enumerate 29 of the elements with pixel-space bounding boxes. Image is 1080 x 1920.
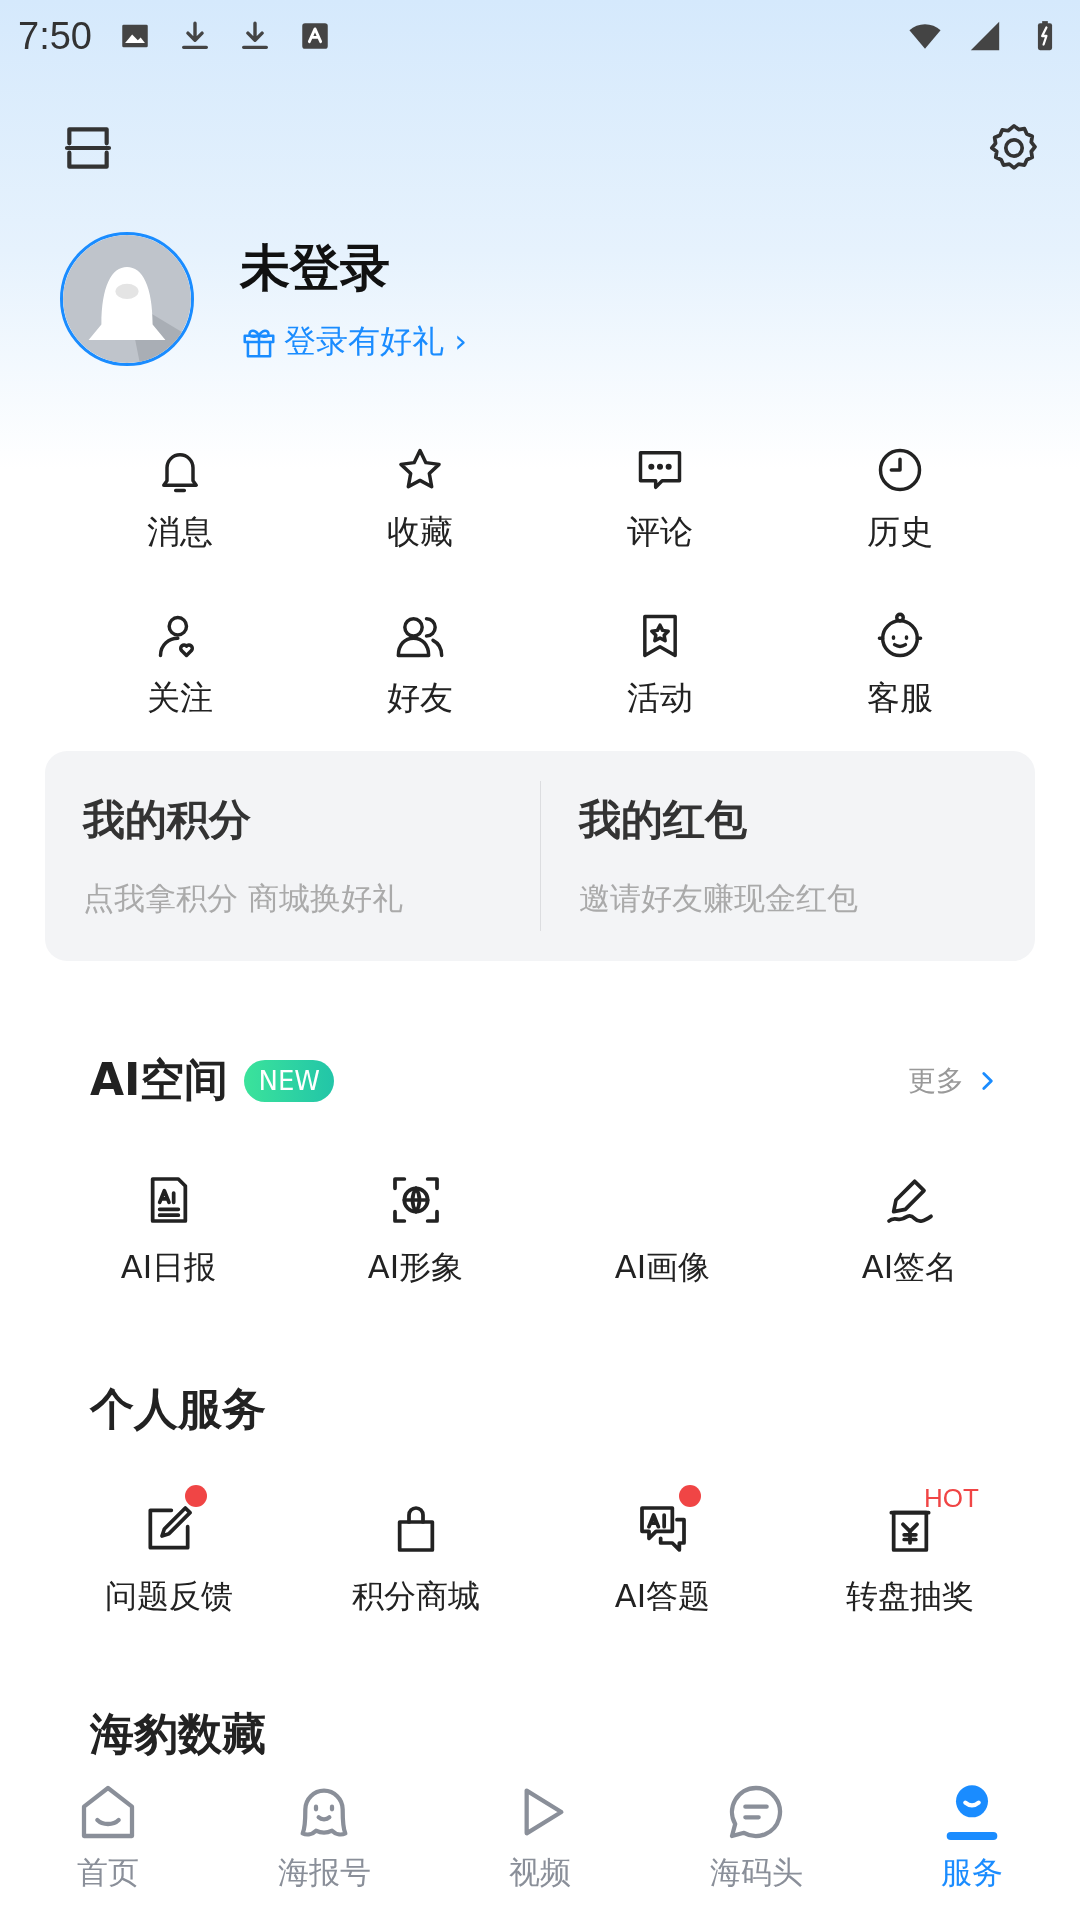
menu-item[interactable]: 收藏 [300,444,540,555]
card-title[interactable]: 我的积分 [83,792,540,848]
feature-item[interactable]: AI签名 [786,1154,1033,1290]
menu-item[interactable]: 评论 [540,444,780,555]
feature-item[interactable]: AI日报 [45,1154,292,1290]
feature-item[interactable]: HOT 转盘抽奖 [786,1483,1033,1619]
hot-tag: HOT [924,1483,979,1514]
feature-item[interactable]: AI画像 [539,1154,786,1290]
card-subtitle: 点我拿积分 商城换好礼 [83,879,404,918]
menu-item[interactable]: 历史 [780,444,1020,555]
signal-icon [968,19,1002,53]
section-title: 海豹数藏 [90,1707,266,1761]
new-badge: NEW [244,1059,335,1102]
feature-item[interactable]: 问题反馈 [45,1483,292,1619]
menu-item[interactable]: 好友 [300,610,540,721]
card-subtitle: 邀请好友赚现金红包 [578,879,859,918]
section-title: 个人服务 [90,1382,266,1436]
feature-item[interactable]: AI形象 [292,1154,539,1290]
menu-item[interactable]: 消息 [60,444,300,555]
feature-item[interactable]: 积分商城 [292,1483,539,1619]
avatar[interactable] [60,232,194,366]
status-time: 7:50 [18,14,92,58]
username: 未登录 [240,237,391,299]
section-title: AI空间 [90,1053,229,1107]
menu-item[interactable]: 活动 [540,610,780,721]
menu-item[interactable]: 客服 [780,610,1020,721]
menu-item[interactable]: 关注 [60,610,300,721]
card-title[interactable]: 我的红包 [578,792,1035,848]
feature-item[interactable]: AI答题 [539,1483,786,1619]
